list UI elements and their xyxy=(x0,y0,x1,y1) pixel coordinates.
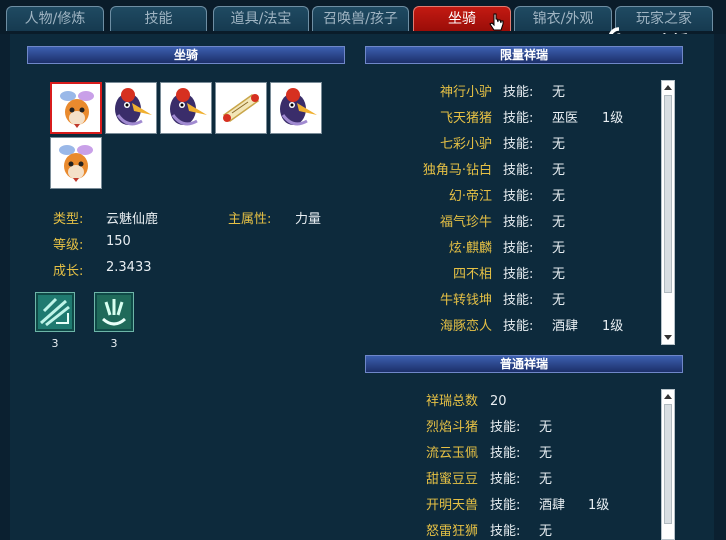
list-item[interactable]: 独角马·钻白 技能: 无 xyxy=(365,158,670,184)
limited-rare-scrollbar[interactable] xyxy=(661,80,675,345)
tab-summons[interactable]: 召唤兽/孩子 xyxy=(312,6,409,31)
limited-rare-list: 神行小驴 技能: 无 飞天猪猪 技能: 巫医 1级 七彩小驴 技能: 无 独角马·钻白 技能: 无… xyxy=(365,80,670,345)
mount-slot-crane-3[interactable] xyxy=(270,82,322,134)
growth-label: 成长: xyxy=(53,264,84,279)
list-item[interactable]: 怒雷狂狮 技能: 无 xyxy=(365,519,670,540)
level-label: 等级: xyxy=(53,238,84,253)
main-content: 坐骑 类型: 云魅仙鹿 主属性: 力量 等级: 150 成长: 2.3433 3… xyxy=(10,34,714,540)
list-item[interactable]: 幻·帝江 技能: 无 xyxy=(365,184,670,210)
type-value: 云魅仙鹿 xyxy=(106,212,159,227)
list-item[interactable]: 牛转钱坤 技能: 无 xyxy=(365,288,670,314)
mouse-cursor-icon xyxy=(489,13,504,31)
normal-rare-scrollbar[interactable] xyxy=(661,389,675,540)
deer-mount-icon xyxy=(59,145,93,182)
normal-rare-list: 祥瑞总数 20 烈焰斗猪 技能: 无 流云玉佩 技能: 无 甜蜜豆豆 技能: 无 开明天兽 技能… xyxy=(365,389,670,540)
skill-count: 3 xyxy=(110,337,118,350)
mount-slot-deer-selected[interactable] xyxy=(50,82,102,134)
mount-slot-deer-2[interactable] xyxy=(50,137,102,189)
scroll-mount-icon xyxy=(222,94,260,122)
list-item[interactable]: 烈焰斗猪 技能: 无 xyxy=(365,415,670,441)
list-item[interactable]: 甜蜜豆豆 技能: 无 xyxy=(365,467,670,493)
list-item[interactable]: 福气珍牛 技能: 无 xyxy=(365,210,670,236)
list-item[interactable]: 七彩小驴 技能: 无 xyxy=(365,132,670,158)
scroll-up-icon[interactable] xyxy=(664,394,672,399)
list-item[interactable]: 海豚恋人 技能: 酒肆 1级 xyxy=(365,314,670,340)
mount-slot-crane-1[interactable] xyxy=(105,82,157,134)
main-attribute-value: 力量 xyxy=(295,212,322,227)
type-label: 类型: xyxy=(53,212,84,227)
scroll-thumb[interactable] xyxy=(664,95,672,293)
list-item[interactable]: 神行小驴 技能: 无 xyxy=(365,80,670,106)
tab-appearance[interactable]: 锦衣/外观 xyxy=(514,6,612,31)
mount-panel-header: 坐骑 xyxy=(27,46,345,64)
list-item[interactable]: 开明天兽 技能: 酒肆 1级 xyxy=(365,493,670,519)
list-item[interactable]: 流云玉佩 技能: 无 xyxy=(365,441,670,467)
list-item[interactable]: 炫·麒麟 技能: 无 xyxy=(365,236,670,262)
tab-items[interactable]: 道具/法宝 xyxy=(213,6,309,31)
mount-slot-scroll[interactable] xyxy=(215,82,267,134)
crane-mount-icon xyxy=(115,88,152,126)
limited-rare-header: 限量祥瑞 xyxy=(365,46,683,64)
rare-total-row: 祥瑞总数 20 xyxy=(425,394,507,409)
tab-character[interactable]: 人物/修炼 xyxy=(6,6,104,31)
normal-rare-header: 普通祥瑞 xyxy=(365,355,683,373)
wing-arrow-skill-icon[interactable] xyxy=(35,292,75,332)
list-item[interactable]: 四不相 技能: 无 xyxy=(365,262,670,288)
deer-mount-icon xyxy=(60,91,94,128)
main-attribute-label: 主属性: xyxy=(228,212,272,227)
scroll-thumb[interactable] xyxy=(664,404,672,524)
scroll-up-icon[interactable] xyxy=(664,85,672,90)
growth-value: 2.3433 xyxy=(106,260,152,275)
tab-skills[interactable]: 技能 xyxy=(110,6,207,31)
level-value: 150 xyxy=(106,234,131,249)
skill-count: 3 xyxy=(51,337,59,350)
mount-slot-crane-2[interactable] xyxy=(160,82,212,134)
claw-skill-icon[interactable] xyxy=(94,292,134,332)
list-item[interactable]: 飞天猪猪 技能: 巫医 1级 xyxy=(365,106,670,132)
crane-mount-icon xyxy=(280,88,317,126)
scroll-down-icon[interactable] xyxy=(664,335,672,340)
crane-mount-icon xyxy=(170,88,207,126)
